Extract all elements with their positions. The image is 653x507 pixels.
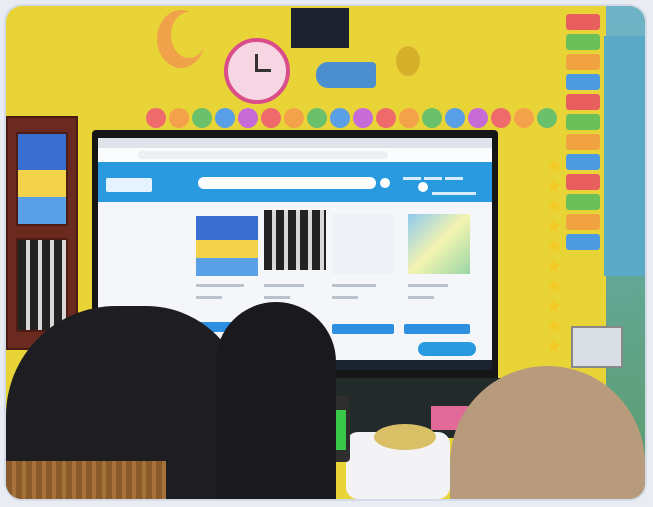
snack-jar [374, 424, 436, 450]
browser-tabbar [98, 138, 492, 148]
url-field [138, 151, 388, 159]
header-links [403, 167, 483, 180]
product-image [196, 216, 258, 276]
clock-hand [255, 69, 271, 72]
window [571, 326, 623, 368]
search-bar [198, 177, 376, 189]
site-logo [106, 178, 152, 192]
airplane-decoration [316, 62, 376, 88]
account-area [418, 182, 480, 195]
product-title [196, 284, 244, 287]
site-header [98, 162, 492, 202]
door-panel [16, 238, 68, 332]
product-price [332, 296, 358, 299]
search-icon [380, 178, 390, 188]
add-to-cart-button [404, 324, 470, 334]
browser-urlbar [98, 148, 492, 163]
product-price [264, 296, 290, 299]
wall-poster [291, 8, 349, 48]
wall-clock [224, 38, 290, 104]
door-panel [16, 132, 68, 226]
striped-clothing [6, 461, 166, 499]
product-title [264, 284, 304, 287]
add-to-cart-button [332, 324, 394, 334]
product-price [408, 296, 434, 299]
door [6, 116, 78, 350]
product-image [332, 214, 394, 274]
person-black-hijab [216, 302, 336, 499]
photo-frame: ★ ★ ★ ★ ★ ★ ★ ★ ★ ★ [6, 6, 645, 499]
product-title [332, 284, 376, 287]
sticker-column [566, 10, 606, 320]
chat-button [418, 342, 476, 356]
mural-panel [604, 36, 645, 276]
product-title [408, 284, 448, 287]
moon-decoration [171, 12, 207, 58]
bird-decoration [396, 46, 420, 76]
product-price [196, 296, 222, 299]
product-image [408, 214, 470, 274]
avatar-icon [418, 182, 428, 192]
product-image [264, 210, 326, 270]
star-column: ★ ★ ★ ★ ★ ★ ★ ★ ★ ★ [546, 156, 563, 356]
